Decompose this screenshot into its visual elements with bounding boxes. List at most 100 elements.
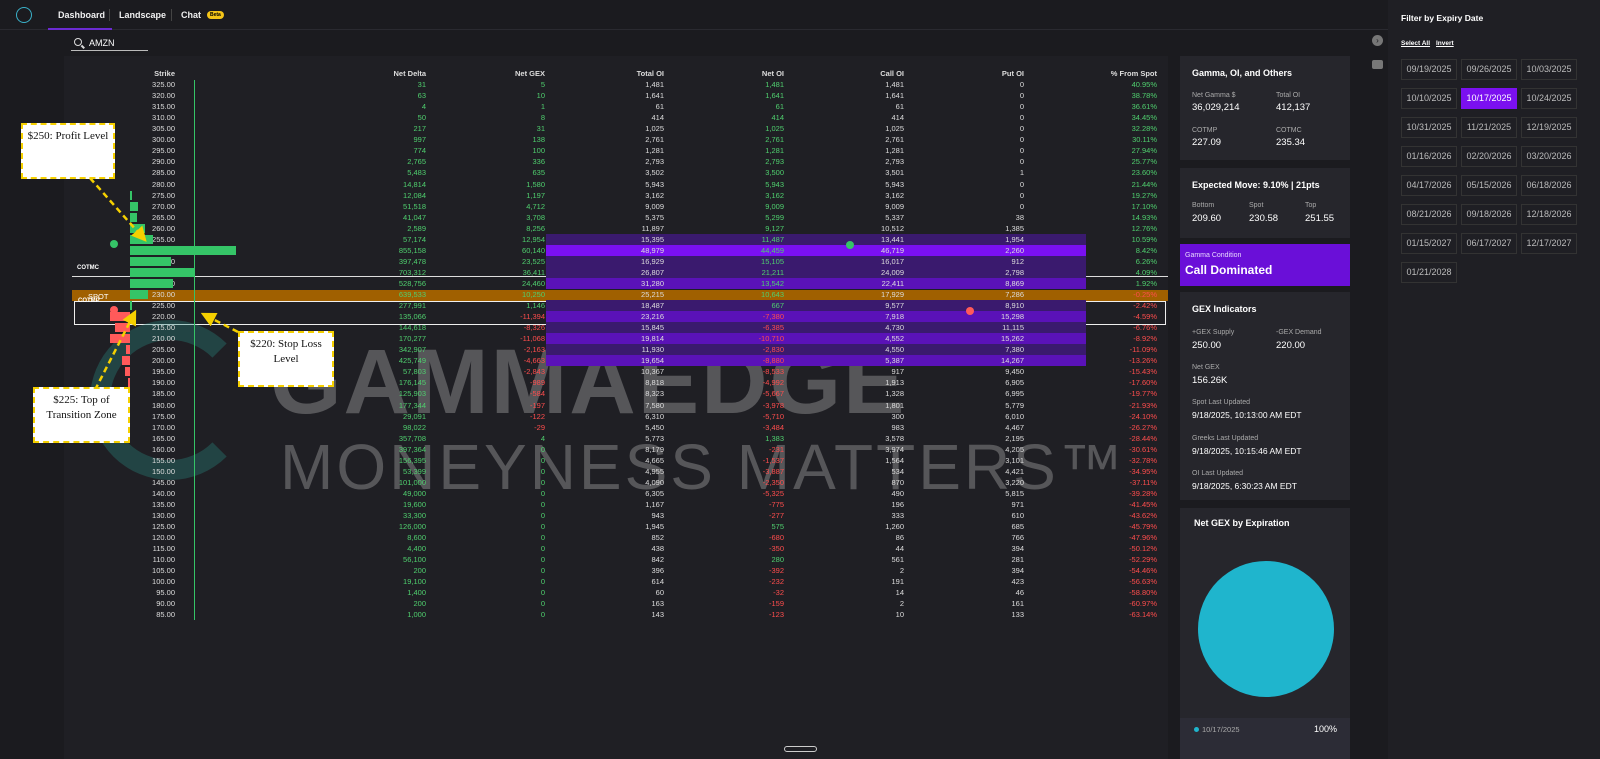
table-row[interactable]: 165.00 357,708 4 5,773 1,383 3,578 2,195 -28.44… [0,433,1157,444]
gex-bar[interactable] [130,290,149,299]
expiry-date-button[interactable]: 09/18/2026 [1461,204,1517,225]
expiry-date-button[interactable]: 12/18/2026 [1521,204,1577,225]
table-row[interactable]: 295.00 774 100 1,281 1,281 1,281 0 27.94% [0,145,1157,156]
column-header[interactable]: Total OI [580,68,664,79]
expiry-date-button[interactable]: 10/17/2025 [1461,88,1517,109]
expiry-date-button[interactable]: 08/21/2026 [1401,204,1457,225]
table-row[interactable]: 265.00 41,047 3,708 5,375 5,299 5,337 38 14.93% [0,212,1157,223]
gex-bar[interactable] [130,234,153,244]
column-header[interactable]: Call OI [820,68,904,79]
table-row[interactable]: 85.00 1,000 0 143 -123 10 133 -63.14% [0,609,1157,620]
table-row[interactable]: 290.00 2,765 336 2,793 2,793 2,793 0 25.77% [0,156,1157,167]
table-row[interactable]: 285.00 5,483 635 3,502 3,500 3,501 1 23.60% [0,167,1157,178]
table-row[interactable]: 210.00 170,277 -11,068 19,814 -10,710 4,552 15… [0,333,1157,344]
gex-bar[interactable] [130,223,145,233]
scroll-handle[interactable] [784,746,817,752]
column-header[interactable]: Put OI [940,68,1024,79]
gex-bar[interactable] [115,323,130,333]
table-row[interactable]: 200.00 425,749 -4,663 19,654 -8,880 5,387 14,2… [0,355,1157,366]
expiry-date-button[interactable]: 12/17/2027 [1521,233,1577,254]
table-row[interactable]: 180.00 177,344 -197 7,580 -3,978 1,801 5,779 -2… [0,400,1157,411]
expiry-date-button[interactable]: 10/03/2025 [1521,59,1577,80]
table-row[interactable]: 220.00 135,066 -11,394 23,216 -7,380 7,918 15,… [0,311,1157,322]
column-header[interactable]: % From Spot [1060,68,1157,79]
expiry-date-button[interactable]: 01/21/2028 [1401,262,1457,283]
table-row[interactable]: 95.00 1,400 0 60 -32 14 46 -58.80% [0,587,1157,598]
expiry-date-button[interactable]: 06/17/2027 [1461,233,1517,254]
table-row[interactable]: 270.00 51,518 4,712 9,009 9,009 9,009 0 17.10% [0,201,1157,212]
table-row[interactable]: 170.00 98,022 -29 5,450 -3,484 983 4,467 -26.27… [0,422,1157,433]
table-row[interactable]: 160.00 397,364 0 8,179 -231 3,974 4,205 -30.61% [0,444,1157,455]
column-header[interactable]: Strike [60,68,175,79]
table-row[interactable]: 250.00855,15860,14048,97944,45946,7192,2… [0,245,1157,256]
table-row[interactable]: 135.00 19,600 0 1,167 -775 196 971 -41.45% [0,499,1157,510]
table-row[interactable]: 185.00 125,903 -584 8,323 -5,667 1,328 6,995 -1… [0,388,1157,399]
expiry-date-button[interactable]: 03/20/2026 [1521,146,1577,167]
gex-bar[interactable] [124,367,130,377]
table-row[interactable]: 130.00 33,300 0 943 -277 333 610 -43.62% [0,510,1157,521]
gex-bar[interactable] [110,334,130,344]
gex-bar[interactable] [130,256,172,266]
gex-bar[interactable] [130,278,174,288]
gex-bar[interactable] [130,245,236,255]
gex-bar[interactable] [130,190,133,200]
table-row[interactable]: 235.00528,75624,46031,28013,54222,4118,8… [0,278,1157,289]
expiry-date-button[interactable]: 02/20/2026 [1461,146,1517,167]
table-row[interactable]: 240.00703,31236,41126,80721,21124,0092,7… [0,267,1157,278]
table-row[interactable]: 115.00 4,400 0 438 -350 44 394 -50.12% [0,543,1157,554]
nav-chat[interactable]: Chat [181,10,201,20]
table-row[interactable]: 125.00 126,000 0 1,945 575 1,260 685 -45.79% [0,521,1157,532]
table-row[interactable]: 175.00 29,091 -122 6,310 -5,710 300 6,010 -24.1… [0,411,1157,422]
column-header[interactable]: Net OI [700,68,784,79]
gex-bar[interactable] [130,212,137,222]
table-row[interactable]: 225.00 277,991 1,146 18,487 667 9,577 8,910 -2.… [0,300,1157,311]
table-row[interactable]: 315.00 4 1 61 61 61 0 36.61% [0,101,1157,112]
column-header[interactable]: Net GEX [460,68,545,79]
nav-landscape[interactable]: Landscape [119,10,166,20]
expiry-date-button[interactable]: 10/10/2025 [1401,88,1457,109]
select-all-link[interactable]: Select All [1401,40,1430,47]
expiry-date-button[interactable]: 05/15/2026 [1461,175,1517,196]
table-row[interactable]: 300.00 997 138 2,761 2,761 2,761 0 30.11% [0,134,1157,145]
expiry-date-button[interactable]: 01/16/2026 [1401,146,1457,167]
table-row[interactable]: 140.00 49,000 0 6,305 -5,325 490 5,815 -39.28% [0,488,1157,499]
gex-bar[interactable] [126,345,130,355]
table-row[interactable]: 90.00 200 0 163 -159 2 161 -60.97% [0,598,1157,609]
expiry-date-button[interactable]: 10/24/2025 [1521,88,1577,109]
legend-date[interactable]: 10/17/2025 [1202,725,1240,734]
table-row[interactable]: 100.00 19,100 0 614 -232 191 423 -56.63% [0,576,1157,587]
nav-dashboard[interactable]: Dashboard [58,10,105,20]
table-row[interactable]: 280.00 14,814 1,580 5,943 5,943 5,943 0 21.44% [0,179,1157,190]
table-row[interactable]: 150.00 53,399 0 4,955 -3,887 534 4,421 -34.95% [0,466,1157,477]
camera-icon[interactable] [1372,60,1383,69]
app-logo-icon[interactable] [16,7,32,23]
table-row[interactable]: 255.00 57,174 12,954 15,395 11,487 13,441 1,95… [0,234,1157,245]
expiry-date-button[interactable]: 10/31/2025 [1401,117,1457,138]
expiry-date-button[interactable]: 04/17/2026 [1401,175,1457,196]
expiry-date-button[interactable]: 12/19/2025 [1521,117,1577,138]
table-row[interactable]: 195.00 57,803 -2,843 10,367 -8,533 917 9,450 -1… [0,366,1157,377]
table-row[interactable]: 215.00 144,618 -8,326 15,845 -6,385 4,730 11,1… [0,322,1157,333]
table-row[interactable]: 260.00 2,589 8,256 11,897 9,127 10,512 1,385 12… [0,223,1157,234]
table-row[interactable]: 275.00 12,084 1,197 3,162 3,162 3,162 0 19.27% [0,190,1157,201]
gex-bar[interactable] [130,201,139,211]
table-row[interactable]: 190.00 176,145 -989 8,818 -4,992 1,913 6,905 -1… [0,377,1157,388]
table-row[interactable]: 310.00 50 8 414 414 414 0 34.45% [0,112,1157,123]
column-header[interactable]: Net Delta [340,68,426,79]
table-row[interactable]: 155.00 156,395 0 4,665 -1,537 1,564 3,101 -32.7… [0,455,1157,466]
ticker-search[interactable] [71,35,148,51]
table-row[interactable]: 205.00 342,907 -2,163 11,930 -2,830 4,550 7,38… [0,344,1157,355]
table-row[interactable]: 110.00 56,100 0 842 280 561 281 -52.29% [0,554,1157,565]
table-row[interactable]: 245.00397,47823,52516,92915,10516,017912… [0,256,1157,267]
table-row[interactable]: 105.00 200 0 396 -392 2 394 -54.46% [0,565,1157,576]
gex-bar[interactable] [121,356,130,366]
gex-bar[interactable] [130,267,195,277]
expiry-date-button[interactable]: 01/15/2027 [1401,233,1457,254]
table-row[interactable]: 145.00 101,000 0 4,090 -2,350 870 3,220 -37.11% [0,477,1157,488]
gex-bar[interactable] [130,301,133,311]
table-row[interactable]: 120.00 8,600 0 852 -680 86 766 -47.96% [0,532,1157,543]
net-gex-pie-slice[interactable] [1198,561,1334,697]
table-row[interactable]: 320.00 63 10 1,641 1,641 1,641 0 38.78% [0,90,1157,101]
table-row[interactable]: 230.00 639,533 10,250 25,215 10,643 17,929 7,2… [0,289,1157,300]
invert-link[interactable]: Invert [1436,40,1454,47]
